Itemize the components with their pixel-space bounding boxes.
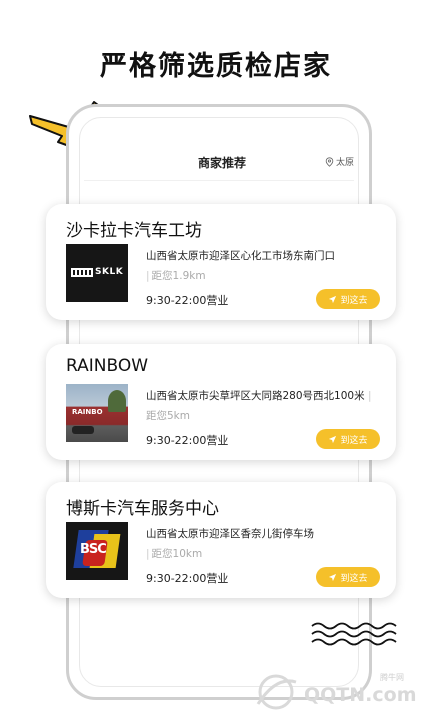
store-logo: BSC	[66, 522, 128, 580]
navigation-arrow-icon	[329, 573, 337, 581]
store-card[interactable]: RAINBOW RAINBO 山西省太原市尖草坪区大同路280号西北100米 |…	[46, 344, 396, 460]
headline: 严格筛选质检店家	[100, 51, 332, 82]
store-address: 山西省太原市迎泽区心化工市场东南门口 | 距您1.9km	[146, 250, 335, 282]
divider	[84, 180, 354, 181]
location-label: 太原	[335, 158, 354, 168]
wave-decoration-icon	[311, 622, 397, 646]
address-text: 山西省太原市尖草坪区大同路280号西北100米	[146, 390, 365, 402]
watermark-domain: QQTN.com	[304, 684, 417, 706]
address-text: 山西省太原市迎泽区香奈儿街停车场	[146, 528, 314, 540]
logo-text: SKLK	[95, 267, 124, 277]
store-photo: RAINBO	[66, 384, 128, 442]
distance-text: 距您5km	[146, 410, 190, 422]
business-hours: 9:30-22:00营业	[146, 294, 229, 307]
location-selector[interactable]: 太原	[325, 155, 354, 168]
navigate-button[interactable]: 到这去	[316, 567, 380, 587]
page-title: 商家推荐	[198, 156, 247, 170]
navigate-button-label: 到这去	[340, 573, 368, 584]
location-pin-icon	[325, 156, 334, 167]
navigate-button-label: 到这去	[340, 295, 368, 306]
navigation-arrow-icon	[329, 435, 337, 443]
store-name: 博斯卡汽车服务中心	[66, 499, 219, 519]
address-text: 山西省太原市迎泽区心化工市场东南门口	[146, 250, 335, 262]
logo-text: BSC	[80, 542, 107, 557]
store-name: 沙卡拉卡汽车工坊	[66, 221, 202, 241]
distance-text: 距您1.9km	[151, 270, 206, 282]
shop-sign-text: RAINBO	[72, 408, 103, 416]
store-card[interactable]: 博斯卡汽车服务中心 BSC 山西省太原市迎泽区香奈儿街停车场 | 距您10km 9…	[46, 482, 396, 598]
watermark: QQTN.com 腾牛网	[246, 670, 426, 716]
business-hours: 9:30-22:00营业	[146, 434, 229, 447]
store-address: 山西省太原市迎泽区香奈儿街停车场 | 距您10km	[146, 528, 314, 560]
phone-header: 商家推荐 太原	[78, 150, 364, 176]
store-logo: SKLK	[66, 244, 128, 302]
navigate-button[interactable]: 到这去	[316, 289, 380, 309]
distance-text: 距您10km	[151, 548, 203, 560]
business-hours: 9:30-22:00营业	[146, 572, 229, 585]
store-name: RAINBOW	[66, 356, 149, 376]
store-card[interactable]: 沙卡拉卡汽车工坊 SKLK 山西省太原市迎泽区心化工市场东南门口 | 距您1.9k…	[46, 204, 396, 320]
watermark-logo-icon	[256, 674, 297, 710]
watermark-brand: 腾牛网	[380, 673, 404, 682]
navigation-arrow-icon	[329, 295, 337, 303]
navigate-button[interactable]: 到这去	[316, 429, 380, 449]
store-address: 山西省太原市尖草坪区大同路280号西北100米 |距您5km	[146, 390, 372, 422]
navigate-button-label: 到这去	[340, 435, 368, 446]
